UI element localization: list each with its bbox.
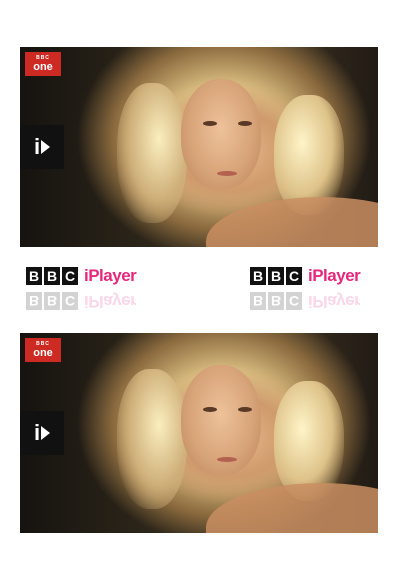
iplayer-wordmark: iPlayer (308, 266, 361, 285)
iplayer-icon: i (33, 420, 41, 445)
bbc-letter: B (250, 267, 266, 285)
iplayer-wordmark: iPlayer (84, 266, 137, 285)
iplayer-icon: i (33, 134, 41, 159)
bbc-one-logo-name: one (33, 347, 53, 359)
iplayer-play-button[interactable]: i (20, 125, 64, 169)
bbc-letter-reflection: C (62, 292, 78, 310)
bbc-letter-reflection: B (250, 292, 266, 310)
iplayer-wordmark-reflection: iPlayer (84, 292, 137, 310)
bbc-one-logo-name: one (33, 61, 53, 73)
bbc-letter-reflection: B (268, 292, 284, 310)
logo-reflection-right: B B C iPlayer (250, 292, 360, 310)
bbc-one-logo: BBC one (25, 338, 61, 362)
play-icon (41, 426, 51, 440)
bbc-letter: B (268, 267, 284, 285)
logo-reflection-left: B B C iPlayer (26, 292, 136, 310)
bbc-letter-reflection: B (44, 292, 60, 310)
bbc-letter-reflection: B (26, 292, 42, 310)
video-still-top: BBC one i (20, 47, 378, 247)
video-still-bottom: BBC one i (20, 333, 378, 533)
iplayer-play-button[interactable]: i (20, 411, 64, 455)
bbc-iplayer-logo-right: B B C iPlayer (250, 266, 361, 286)
iplayer-wordmark-reflection: iPlayer (308, 292, 361, 310)
bbc-letter: C (62, 267, 78, 285)
bbc-letter: C (286, 267, 302, 285)
bbc-letter: B (26, 267, 42, 285)
bbc-one-logo: BBC one (25, 52, 61, 76)
bbc-iplayer-logo-left: B B C iPlayer (26, 266, 137, 286)
bbc-letter: B (44, 267, 60, 285)
play-icon (41, 140, 51, 154)
bbc-letter-reflection: C (286, 292, 302, 310)
